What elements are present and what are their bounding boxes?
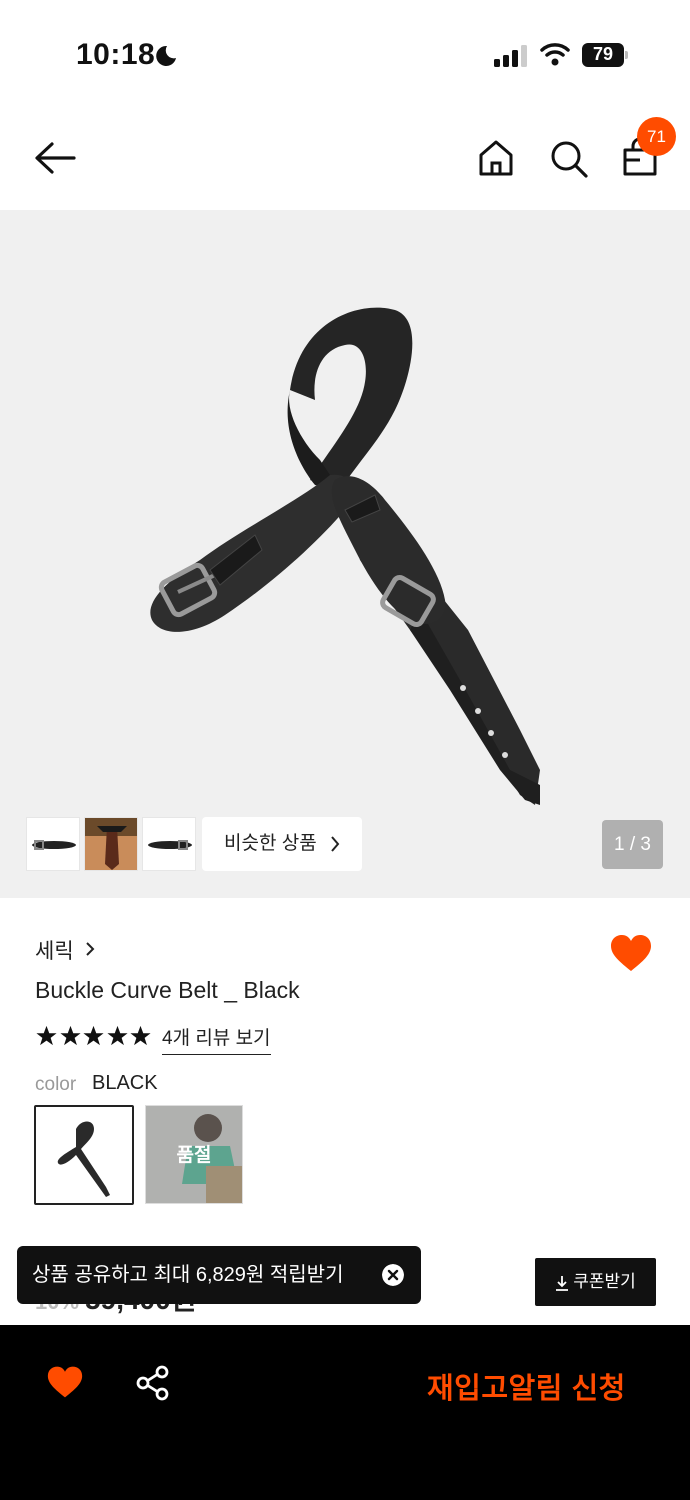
star-icon bbox=[36, 1025, 57, 1046]
thumbnail-belt-1[interactable] bbox=[26, 817, 80, 871]
color-value: BLACK bbox=[92, 1072, 158, 1094]
star-icon bbox=[59, 1025, 81, 1046]
battery-indicator: 79 bbox=[582, 43, 628, 67]
home-icon[interactable] bbox=[474, 136, 518, 180]
status-time: 10:18 bbox=[76, 38, 156, 71]
download-icon bbox=[556, 1275, 569, 1291]
share-icon[interactable] bbox=[136, 1365, 170, 1401]
coupon-label: 쿠폰받기 bbox=[573, 1272, 636, 1291]
moon-icon bbox=[156, 45, 176, 66]
rating-stars bbox=[35, 1025, 153, 1047]
chevron-right-icon[interactable] bbox=[84, 940, 96, 958]
image-page-indicator: 1 / 3 bbox=[602, 820, 663, 869]
wifi-icon bbox=[540, 43, 570, 66]
similar-products-button[interactable]: 비슷한 상품 bbox=[202, 817, 362, 871]
back-arrow-icon[interactable] bbox=[30, 136, 80, 180]
status-bar: 10:18 79 bbox=[0, 0, 690, 110]
star-icon bbox=[106, 1025, 128, 1046]
thumbnail-belt-2[interactable] bbox=[142, 817, 196, 871]
star-icon bbox=[83, 1025, 104, 1046]
color-swatch-sold-out[interactable]: 품절 bbox=[145, 1105, 243, 1204]
cellular-signal-icon bbox=[494, 45, 527, 67]
cart-count-badge: 71 bbox=[637, 117, 676, 156]
thumbnail-tie[interactable] bbox=[84, 817, 138, 871]
sold-out-label: 품절 bbox=[146, 1106, 242, 1203]
similar-thumbnails[interactable] bbox=[26, 817, 200, 871]
belt-product-image bbox=[150, 307, 540, 805]
chevron-right-icon bbox=[331, 836, 340, 852]
close-icon[interactable] bbox=[382, 1264, 404, 1286]
coupon-download-button[interactable]: 쿠폰받기 bbox=[535, 1258, 656, 1306]
review-link[interactable]: 4개 리뷰 보기 bbox=[162, 1023, 271, 1055]
bottom-action-bar: 재입고알림 신청 bbox=[0, 1325, 690, 1500]
heart-icon[interactable] bbox=[47, 1365, 83, 1399]
color-swatch-black[interactable] bbox=[34, 1105, 134, 1205]
share-reward-toast[interactable]: 상품 공유하고 최대 6,829원 적립받기 bbox=[17, 1246, 421, 1304]
belt-swatch-image bbox=[57, 1121, 110, 1197]
star-icon bbox=[130, 1025, 151, 1046]
search-icon[interactable] bbox=[546, 136, 590, 180]
battery-level: 79 bbox=[592, 44, 614, 64]
brand-name[interactable]: 세릭 bbox=[35, 935, 74, 965]
toast-text: 상품 공유하고 최대 6,829원 적립받기 bbox=[32, 1264, 344, 1286]
restock-alert-button[interactable]: 재입고알림 신청 bbox=[427, 1365, 626, 1407]
product-name: Buckle Curve Belt _ Black bbox=[35, 977, 300, 1003]
color-label: color bbox=[35, 1074, 77, 1095]
heart-icon[interactable] bbox=[610, 934, 652, 972]
similar-products-label: 비슷한 상품 bbox=[224, 833, 317, 854]
product-image-gallery[interactable]: 비슷한 상품 1 / 3 bbox=[0, 210, 690, 898]
